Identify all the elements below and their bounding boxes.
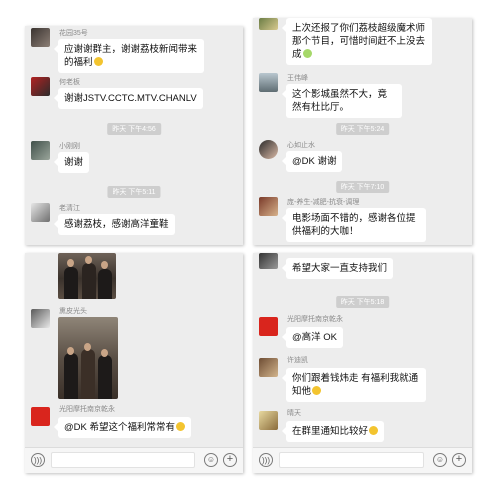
timestamp: 昨天 下午5:24 <box>335 123 390 135</box>
avatar[interactable] <box>31 141 50 160</box>
message-bubble[interactable]: 应谢谢群主，谢谢荔枝新闻带来的福利 <box>54 39 204 73</box>
avatar[interactable] <box>259 18 278 30</box>
message-input[interactable] <box>51 452 195 468</box>
message-text: 你们跟着钱炜走 有福利我就通知他 <box>292 373 419 397</box>
sender-name: 晴天 <box>287 410 301 417</box>
person-head <box>101 349 108 357</box>
message-text: 应谢谢群主，谢谢荔枝新闻带来的福利 <box>64 44 198 68</box>
avatar[interactable] <box>259 411 278 430</box>
message-bubble[interactable]: 谢谢 <box>53 152 90 173</box>
sender-name: 熏皮光头 <box>59 308 87 315</box>
sender-name: 老清江 <box>59 205 80 212</box>
person-head <box>67 347 74 355</box>
message-text: 谢谢 <box>64 157 84 168</box>
person-head <box>101 261 108 269</box>
sender-name: 小刚刚 <box>59 143 80 150</box>
chat-panel-3: 熏皮光头 光阳摩托南京乾永 @DK 希望这个福利常常有 ))) ☺ + <box>25 253 243 473</box>
person-figure <box>98 269 112 299</box>
message-bubble[interactable]: 感谢荔枝，感谢高洋童鞋 <box>54 214 175 235</box>
sender-name: 许迪凯 <box>287 357 308 364</box>
sender-name: 何老板 <box>59 79 80 86</box>
timestamp: 昨天 下午5:18 <box>335 296 390 308</box>
sender-name: 庞-养生-减肥-抗衰-调理 <box>287 199 360 206</box>
shared-photo[interactable] <box>58 253 116 299</box>
chat-panel-2: 上次还报了你们荔枝超级魔术师那个节目，可惜时间赶不上没去成 王伟峰 这个影城虽然… <box>253 18 472 245</box>
sender-name: 光阳摩托南京乾永 <box>287 316 343 323</box>
person-head <box>67 259 74 267</box>
person-head <box>85 256 92 264</box>
avatar[interactable] <box>259 253 278 269</box>
message-bubble[interactable]: 希望大家一直支持我们 <box>281 258 394 279</box>
laugh-emoji-icon <box>302 49 312 58</box>
timestamp: 昨天 下午4:56 <box>107 123 161 135</box>
smile-emoji-icon <box>93 57 103 66</box>
message-bubble[interactable]: 电影场面不错的，感谢各位提供福利的大咖！ <box>282 208 426 242</box>
message-bubble[interactable]: 上次还报了你们荔枝超级魔术师那个节目，可惜时间赶不上没去成 <box>282 18 432 65</box>
person-head <box>84 343 91 351</box>
timestamp: 昨天 下午7:10 <box>335 181 390 193</box>
avatar[interactable] <box>259 140 278 159</box>
message-bubble[interactable]: @DK 希望这个福利常常有 <box>54 417 191 438</box>
chat-panel-4: 希望大家一直支持我们 昨天 下午5:18 光阳摩托南京乾永 @高洋 OK 许迪凯… <box>253 253 472 473</box>
sender-name: 光阳摩托南京乾永 <box>59 406 115 413</box>
message-text: 在群里通知比较好 <box>292 426 369 437</box>
avatar[interactable] <box>259 73 278 92</box>
sender-name: 花园35号 <box>59 30 88 37</box>
voice-icon[interactable]: ))) <box>259 453 273 467</box>
avatar[interactable] <box>31 28 50 47</box>
message-text: @高洋 OK <box>292 332 338 343</box>
message-text: @DK 希望这个福利常常有 <box>64 422 175 433</box>
message-text: 希望大家一直支持我们 <box>292 263 388 274</box>
plus-icon[interactable]: + <box>223 453 237 467</box>
person-figure <box>81 349 95 399</box>
smile-emoji-icon <box>369 426 379 435</box>
person-figure <box>82 263 96 299</box>
message-text: 电影场面不错的，感谢各位提供福利的大咖！ <box>292 213 416 237</box>
avatar[interactable] <box>31 77 50 96</box>
smile-emoji-icon <box>312 386 322 395</box>
message-bubble[interactable]: 你们跟着钱炜走 有福利我就通知他 <box>282 368 426 402</box>
message-text: 谢谢JSTV.CCTC.MTV.CHANLV <box>64 93 197 104</box>
shared-photo[interactable] <box>58 317 118 399</box>
message-text: 上次还报了你们荔枝超级魔术师那个节目，可惜时间赶不上没去成 <box>292 23 426 60</box>
emoji-icon[interactable]: ☺ <box>433 453 447 467</box>
chat-panel-1: 花园35号 应谢谢群主，谢谢荔枝新闻带来的福利 何老板 谢谢JSTV.CCTC.… <box>25 26 243 245</box>
message-text: @DK 谢谢 <box>292 156 337 167</box>
sender-name: 王伟峰 <box>287 75 308 82</box>
message-input[interactable] <box>279 452 424 468</box>
person-figure <box>64 353 78 399</box>
plus-icon[interactable]: + <box>452 453 466 467</box>
avatar[interactable] <box>259 358 278 377</box>
input-bar: ))) ☺ + <box>253 447 472 473</box>
input-bar: ))) ☺ + <box>25 447 243 473</box>
person-figure <box>64 267 78 299</box>
message-bubble[interactable]: 这个影城虽然不大，竟然有杜比厅。 <box>282 84 402 118</box>
message-text: 这个影城虽然不大，竟然有杜比厅。 <box>292 89 388 113</box>
sender-name: 心如止水 <box>287 142 315 149</box>
avatar[interactable] <box>31 407 50 426</box>
timestamp: 昨天 下午5:11 <box>107 186 161 198</box>
avatar[interactable] <box>31 309 50 328</box>
emoji-icon[interactable]: ☺ <box>204 453 218 467</box>
message-bubble[interactable]: @高洋 OK <box>281 327 344 348</box>
message-bubble[interactable]: 谢谢JSTV.CCTC.MTV.CHANLV <box>54 88 203 109</box>
avatar[interactable] <box>31 203 50 222</box>
voice-icon[interactable]: ))) <box>31 453 45 467</box>
message-bubble[interactable]: 在群里通知比较好 <box>281 421 385 442</box>
avatar[interactable] <box>259 317 278 336</box>
avatar[interactable] <box>259 197 278 216</box>
message-bubble[interactable]: @DK 谢谢 <box>281 151 343 172</box>
smile-emoji-icon <box>175 422 185 431</box>
message-text: 感谢荔枝，感谢高洋童鞋 <box>64 219 169 230</box>
person-figure <box>98 355 112 399</box>
